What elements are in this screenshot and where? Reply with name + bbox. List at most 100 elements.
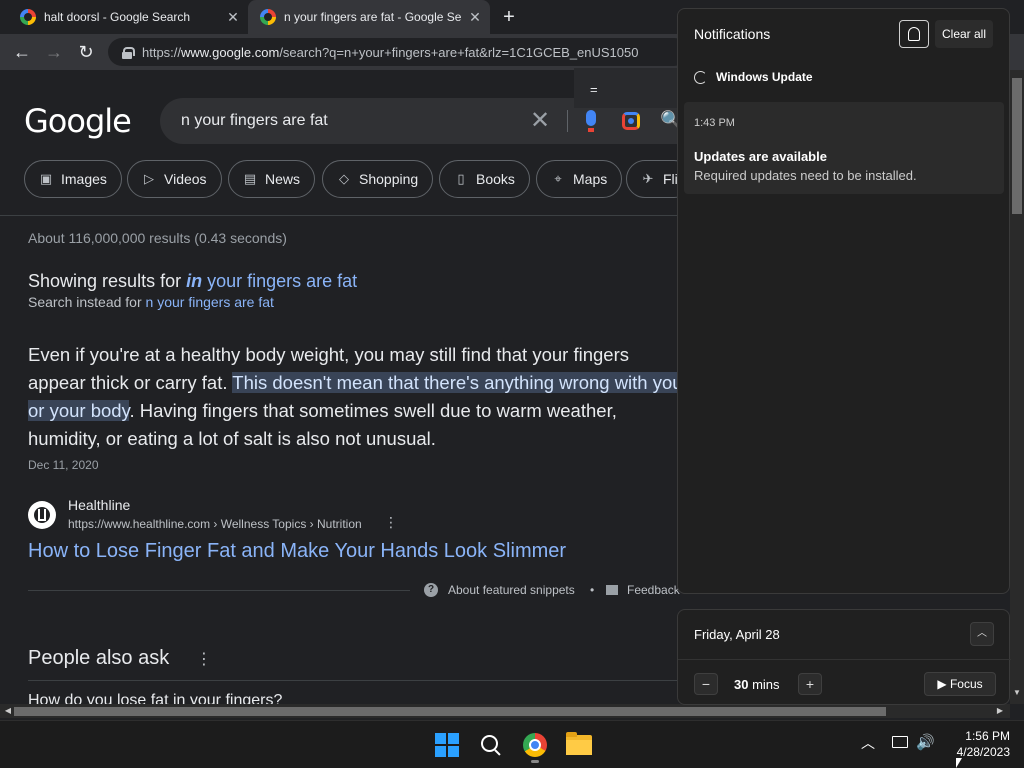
close-tab-icon[interactable]: ✕ (224, 8, 242, 26)
scroll-right-arrow-icon[interactable]: ▶ (994, 705, 1006, 717)
forward-arrow-icon[interactable]: → (42, 40, 66, 64)
feedback-icon (606, 585, 618, 595)
file-explorer-icon[interactable] (566, 732, 592, 755)
scroll-left-arrow-icon[interactable]: ◀ (2, 705, 14, 717)
image-icon: ▣ (39, 171, 53, 186)
chip-shopping[interactable]: ◇ Shopping (322, 160, 434, 198)
corrected-rest: your fingers are fat (202, 271, 358, 291)
tab-fingers-search[interactable]: n your fingers are fat - Google Se ✕ (248, 0, 490, 34)
original-query-link[interactable]: n your fingers are fat (146, 294, 274, 310)
healthline-logo-icon[interactable] (28, 501, 56, 529)
horizontal-scroll-thumb[interactable] (14, 707, 886, 716)
separator-dot: • (590, 583, 595, 597)
notification-heading: Updates are available (694, 149, 827, 164)
taskbar-clock[interactable]: 1:56 PM 4/28/2023 (944, 728, 1010, 760)
search-divider (567, 110, 568, 132)
chip-label: Videos (164, 171, 207, 187)
windows-start-icon[interactable] (435, 733, 459, 757)
chip-books[interactable]: ▯ Books (439, 160, 530, 198)
source-name[interactable]: Healthline (68, 497, 130, 513)
chrome-icon[interactable] (523, 733, 547, 757)
chevron-up-icon[interactable]: ︿ (970, 622, 994, 646)
instead-prefix: Search instead for (28, 294, 146, 310)
calendar-date: Friday, April 28 (694, 627, 780, 642)
chip-label: Books (476, 171, 515, 187)
back-arrow-icon[interactable]: ← (10, 40, 34, 64)
source-url[interactable]: https://www.healthline.com › Wellness To… (68, 517, 362, 531)
chip-label: Fli (663, 171, 678, 187)
corrected-query-link[interactable]: in your fingers are fat (186, 271, 357, 291)
minutes-unit: mins (748, 677, 780, 692)
header-divider (0, 215, 680, 216)
paa-divider (28, 680, 678, 681)
map-pin-icon: ⌖ (554, 171, 562, 186)
chevron-up-tray-icon[interactable]: ︿ (861, 733, 875, 753)
chip-maps[interactable]: ⌖ Maps (536, 160, 623, 198)
popup-equals: = (574, 68, 678, 108)
chip-label: Shopping (359, 171, 419, 187)
paa-options-icon[interactable]: ⋮ (196, 649, 212, 669)
newspaper-icon: ▤ (243, 171, 257, 186)
vertical-scroll-thumb[interactable] (1012, 78, 1022, 214)
chip-label: Images (61, 171, 107, 187)
lock-icon (122, 46, 135, 59)
search-instead-for: Search instead for n your fingers are fa… (28, 294, 274, 310)
url-path: /search?q=n+your+fingers+are+fat&rlz=1C1… (279, 44, 639, 60)
network-icon[interactable] (892, 736, 908, 748)
mouse-cursor (956, 758, 962, 768)
feedback-link[interactable]: Feedback (606, 583, 680, 597)
about-label: About featured snippets (448, 583, 575, 597)
new-tab-icon[interactable]: + (498, 6, 520, 28)
clear-search-icon[interactable]: ✕ (530, 106, 550, 135)
reload-icon[interactable]: ↻ (74, 40, 98, 64)
address-bar[interactable]: https://www.google.com/search?q=n+your+f… (108, 38, 688, 66)
notification-time: 1:43 PM (694, 117, 735, 129)
snippet-divider (28, 590, 410, 591)
close-tab-icon[interactable]: ✕ (466, 8, 484, 26)
microphone-icon[interactable] (586, 110, 596, 132)
about-featured-snippets[interactable]: ? About featured snippets (424, 583, 575, 597)
chip-news[interactable]: ▤ News (228, 160, 316, 198)
more-options-icon[interactable]: ⋮ (384, 514, 398, 531)
snippet-date: Dec 11, 2020 (28, 458, 99, 472)
corrected-bold: in (186, 271, 203, 291)
app-name: Windows Update (716, 70, 813, 84)
result-title-link[interactable]: How to Lose Finger Fat and Make Your Han… (28, 540, 566, 563)
clock-date: 4/28/2023 (956, 745, 1010, 759)
chip-label: Maps (573, 171, 608, 187)
tab-title: halt doorsl - Google Search (44, 10, 191, 24)
notifications-title: Notifications (694, 26, 771, 42)
paa-question[interactable]: How do you lose fat in your fingers? (28, 692, 282, 704)
clock-time: 1:56 PM (965, 729, 1010, 743)
focus-duration: 30 mins (734, 677, 780, 692)
google-lens-icon[interactable] (622, 112, 640, 130)
tab-title: n your fingers are fat - Google Se (284, 10, 462, 24)
search-query[interactable]: n your fingers are fat (181, 112, 328, 130)
chip-videos[interactable]: ▷ Videos (127, 160, 222, 198)
notification-card[interactable]: 1:43 PM Updates are available Required u… (684, 102, 1004, 194)
tab-halt-doorsl[interactable]: halt doorsl - Google Search ✕ (8, 0, 248, 34)
book-icon: ▯ (457, 171, 465, 186)
notification-center: Notifications Clear all Windows Update 1… (677, 8, 1010, 594)
running-indicator (531, 760, 539, 763)
url-domain: www.google.com (181, 44, 280, 60)
scroll-down-arrow-icon[interactable]: ▼ (1010, 688, 1024, 698)
increase-minutes-button[interactable]: + (798, 673, 822, 695)
google-favicon-icon (260, 9, 276, 25)
focus-button[interactable]: ▶ Focus (924, 672, 996, 696)
clear-all-button[interactable]: Clear all (935, 20, 993, 48)
minutes-value: 30 (734, 677, 749, 692)
chip-images[interactable]: ▣ Images (24, 160, 122, 198)
calendar-focus-panel: Friday, April 28 ︿ − 30 mins + ▶ Focus (677, 609, 1011, 705)
google-logo[interactable]: Google (24, 102, 132, 140)
decrease-minutes-button[interactable]: − (694, 673, 718, 695)
do-not-disturb-bell-icon[interactable] (899, 20, 929, 48)
showing-results-for: Showing results for in your fingers are … (28, 271, 357, 292)
taskbar-search-icon[interactable] (480, 734, 502, 756)
volume-icon[interactable]: 🔊 (916, 733, 935, 751)
notification-app-header: Windows Update (694, 70, 813, 84)
google-favicon-icon (20, 9, 36, 25)
play-icon: ▷ (144, 171, 154, 186)
showing-prefix: Showing results for (28, 271, 187, 291)
update-icon (694, 70, 707, 84)
